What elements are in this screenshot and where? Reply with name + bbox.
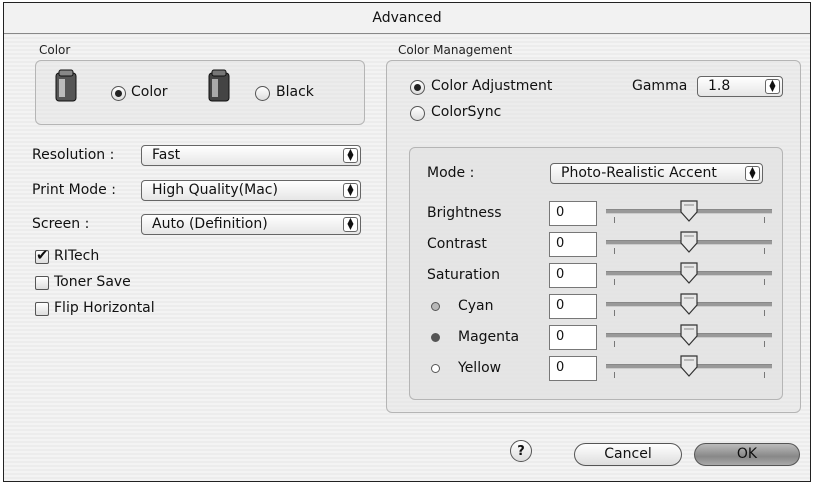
print-mode-popup[interactable]: High Quality(Mac) ▲ ▼: [141, 180, 361, 201]
slider-tick: [764, 248, 765, 254]
brightness-slider[interactable]: [606, 199, 772, 229]
contrast-slider[interactable]: [606, 230, 772, 260]
slider-thumb-icon[interactable]: [679, 199, 699, 223]
slider-thumb-icon[interactable]: [679, 323, 699, 347]
slider-tick: [764, 372, 765, 378]
slider-tick: [614, 248, 615, 254]
colorsync-label[interactable]: ColorSync: [431, 104, 501, 120]
black-radio[interactable]: [255, 86, 270, 101]
color-cartridge-icon: [54, 69, 78, 107]
popup-arrows-icon: ▲ ▼: [343, 183, 358, 198]
slider-tick: [764, 279, 765, 285]
popup-arrows-icon: ▲ ▼: [343, 148, 358, 163]
color-group: Color Black: [35, 60, 365, 125]
slider-tick: [614, 279, 615, 285]
slider-tick: [614, 341, 615, 347]
print-mode-value: High Quality(Mac): [152, 182, 278, 198]
yellow-slider[interactable]: [606, 354, 772, 384]
black-radio-label[interactable]: Black: [276, 84, 314, 100]
toner-save-checkbox[interactable]: [35, 276, 49, 290]
ritech-label[interactable]: RITech: [54, 248, 99, 264]
yellow-label: Yellow: [458, 360, 502, 376]
popup-arrows-icon: ▲ ▼: [745, 166, 760, 181]
ritech-checkbox[interactable]: [35, 246, 49, 264]
colorsync-radio[interactable]: [410, 106, 425, 121]
color-adjustment-radio[interactable]: [410, 80, 425, 95]
cyan-label: Cyan: [458, 298, 494, 314]
yellow-dot-icon: [431, 364, 440, 373]
magenta-label: Magenta: [458, 329, 520, 345]
mode-popup[interactable]: Photo-Realistic Accent ▲ ▼: [550, 163, 763, 184]
flip-horizontal-label[interactable]: Flip Horizontal: [54, 300, 155, 316]
slider-thumb-icon[interactable]: [679, 292, 699, 316]
magenta-value-field[interactable]: 0: [549, 325, 597, 350]
slider-tick: [764, 217, 765, 223]
slider-tick: [764, 310, 765, 316]
print-mode-label: Print Mode :: [32, 182, 116, 198]
cancel-button[interactable]: Cancel: [574, 443, 682, 466]
gamma-popup[interactable]: 1.8 ▲ ▼: [697, 76, 783, 97]
color-radio[interactable]: [111, 86, 126, 101]
resolution-popup[interactable]: Fast ▲ ▼: [141, 145, 361, 166]
color-group-label: Color: [39, 43, 71, 57]
toner-save-label[interactable]: Toner Save: [54, 274, 131, 290]
black-cartridge-icon: [207, 69, 231, 107]
mode-value: Photo-Realistic Accent: [561, 165, 717, 181]
slider-tick: [614, 217, 615, 223]
advanced-dialog: Advanced Color Color Black Resolution : …: [3, 2, 811, 482]
slider-thumb-icon[interactable]: [679, 230, 699, 254]
slider-thumb-icon[interactable]: [679, 354, 699, 378]
magenta-dot-icon: [431, 333, 440, 342]
color-management-label: Color Management: [398, 43, 513, 57]
slider-thumb-icon[interactable]: [679, 261, 699, 285]
yellow-value-field[interactable]: 0: [549, 356, 597, 381]
adjustment-box: Mode : Photo-Realistic Accent ▲ ▼ Brightn…: [409, 147, 783, 400]
saturation-label: Saturation: [427, 267, 500, 283]
mode-label: Mode :: [427, 165, 475, 181]
screen-value: Auto (Definition): [152, 216, 268, 232]
slider-tick: [614, 310, 615, 316]
popup-arrows-icon: ▲ ▼: [343, 217, 358, 232]
screen-label: Screen :: [32, 216, 90, 232]
saturation-value-field[interactable]: 0: [549, 263, 597, 288]
screen-popup[interactable]: Auto (Definition) ▲ ▼: [141, 214, 361, 235]
brightness-value-field[interactable]: 0: [549, 201, 597, 226]
window-title: Advanced: [4, 3, 810, 34]
flip-horizontal-checkbox[interactable]: [35, 302, 49, 316]
ok-button[interactable]: OK: [694, 443, 800, 466]
help-button[interactable]: ?: [510, 440, 532, 462]
cyan-value-field[interactable]: 0: [549, 294, 597, 319]
resolution-value: Fast: [152, 147, 181, 163]
color-adjustment-label[interactable]: Color Adjustment: [431, 78, 552, 94]
cyan-slider[interactable]: [606, 292, 772, 322]
brightness-label: Brightness: [427, 205, 502, 221]
saturation-slider[interactable]: [606, 261, 772, 291]
cyan-dot-icon: [431, 302, 440, 311]
contrast-value-field[interactable]: 0: [549, 232, 597, 257]
contrast-label: Contrast: [427, 236, 487, 252]
gamma-value: 1.8: [708, 78, 731, 94]
color-radio-label[interactable]: Color: [131, 84, 168, 100]
color-management-group: Color Adjustment ColorSync Gamma 1.8 ▲ ▼ …: [386, 60, 801, 413]
magenta-slider[interactable]: [606, 323, 772, 353]
slider-tick: [764, 341, 765, 347]
slider-tick: [614, 372, 615, 378]
gamma-label: Gamma: [632, 78, 688, 94]
resolution-label: Resolution :: [32, 147, 115, 163]
popup-arrows-icon: ▲ ▼: [765, 79, 780, 94]
